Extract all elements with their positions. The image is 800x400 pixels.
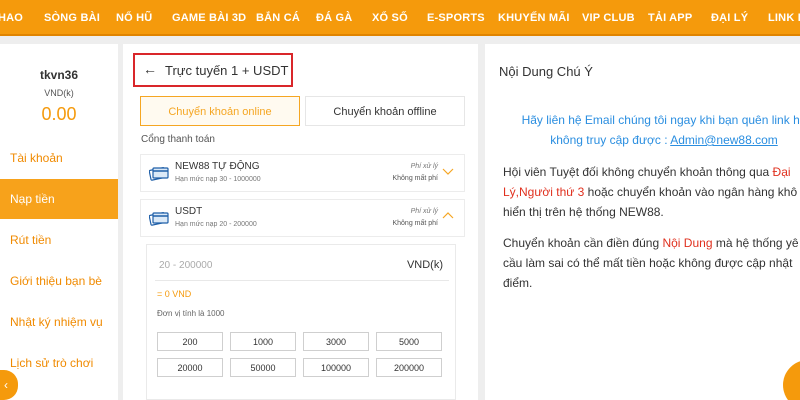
amount-chip[interactable]: 50000 — [230, 358, 296, 377]
sidebar-item-tai-khoan[interactable]: Tài khoản — [0, 138, 118, 178]
nav-item-link-du-phong[interactable]: LINK DỰ — [768, 0, 800, 34]
nav-item-no-hu[interactable]: NỔ HŨ — [116, 0, 152, 34]
tab-online-transfer[interactable]: Chuyển khoản online — [140, 96, 300, 126]
nav-item-da-ga[interactable]: ĐÁ GÀ — [316, 0, 352, 34]
balance-amount: 0.00 — [41, 104, 77, 124]
nav-item-ban-ca[interactable]: BẮN CÁ — [256, 0, 300, 34]
amount-chip[interactable]: 20000 — [157, 358, 223, 377]
amount-chip[interactable]: 200000 — [376, 358, 442, 377]
sidebar-item-lich-su[interactable]: Lịch sử trò chơi — [0, 343, 118, 383]
notice-panel: Nội Dung Chú Ý Hãy liên hệ Email chúng t… — [485, 44, 800, 400]
notice-text: Chuyển khoản cần điền đúng — [503, 236, 663, 250]
method-limit: Hạn mức nạp 30 - 1000000 — [175, 176, 261, 183]
notice-paragraph-1-line1: Hội viên Tuyệt đối không chuyển khoản th… — [503, 162, 800, 182]
amount-placeholder: 20 - 200000 — [159, 260, 213, 271]
nav-item-xo-so[interactable]: XỔ SỐ — [372, 0, 408, 34]
nav-item-dai-ly[interactable]: ĐẠI LÝ — [711, 0, 748, 34]
notice-text: hoặc chuyển khoản vào ngân hàng khô — [584, 185, 798, 199]
nav-item-khuyen-mai[interactable]: KHUYẾN MÃI — [498, 0, 570, 34]
account-sidebar: tkvn36 VND(k) 0.00 Tài khoản Nạp tiền Rú… — [0, 44, 118, 400]
page-title: Trực tuyến 1 + USDT — [165, 63, 289, 78]
notice-paragraph-2-line3: điểm. — [503, 276, 533, 290]
amount-chip[interactable]: 5000 — [376, 332, 442, 351]
notice-contact-prefix: không truy cập được : — [550, 133, 671, 147]
sidebar-item-rut-tien[interactable]: Rút tiền — [0, 220, 118, 260]
notice-paragraph-1-line3: hiển thị trên hệ thống NEW88. — [503, 205, 664, 219]
notice-paragraph-2-line2: cầu làm sai có thể mất tiền hoặc không đ… — [503, 256, 793, 270]
support-email-link[interactable]: Admin@new88.com — [670, 133, 778, 147]
method-fee-value: Không mất phí — [392, 220, 438, 227]
method-limit: Hạn mức nạp 20 - 200000 — [175, 221, 257, 228]
amount-chip[interactable]: 100000 — [303, 358, 369, 377]
nav-item-game-bai-3d[interactable]: GAME BÀI 3D — [172, 0, 246, 34]
method-fee-label: Phí xử lý — [410, 163, 438, 170]
notice-highlight: Lý,Người thứ 3 — [503, 185, 585, 199]
deposit-header: ← Trực tuyến 1 + USDT — [133, 53, 293, 87]
nav-item-esports[interactable]: E-SPORTS — [427, 0, 485, 34]
amount-chip[interactable]: 1000 — [230, 332, 296, 351]
method-name: NEW88 TỰ ĐỘNG — [175, 161, 260, 172]
top-nav: HAO SÒNG BÀI NỔ HŨ GAME BÀI 3D BẮN CÁ ĐÁ… — [0, 0, 800, 36]
back-arrow-icon[interactable]: ← — [143, 61, 157, 77]
notice-contact-line1: Hãy liên hệ Email chúng tôi ngay khi bạn… — [521, 113, 800, 127]
method-fee-value: Không mất phí — [392, 175, 438, 182]
notice-highlight: Nội Dung — [662, 236, 713, 250]
chevron-up-icon[interactable] — [442, 210, 454, 222]
deposit-panel: ← Trực tuyến 1 + USDT Chuyển khoản onlin… — [123, 44, 478, 400]
account-summary: tkvn36 VND(k) 0.00 — [0, 44, 118, 140]
notice-title: Nội Dung Chú Ý — [499, 64, 593, 79]
notice-paragraph-1-line2: Lý,Người thứ 3 hoặc chuyển khoản vào ngâ… — [503, 182, 800, 202]
nav-item-vip-club[interactable]: VIP CLUB — [582, 0, 635, 34]
sidebar-item-gioi-thieu[interactable]: Giới thiệu bạn bè — [0, 261, 118, 301]
nav-item-tai-app[interactable]: TẢI APP — [648, 0, 692, 34]
notice-highlight: Đại — [772, 165, 791, 179]
payment-method-new88[interactable]: NEW88 TỰ ĐỘNG Hạn mức nạp 30 - 1000000 P… — [140, 154, 465, 192]
amount-converted: = 0 VND — [157, 289, 192, 299]
payment-method-usdt[interactable]: USDT Hạn mức nạp 20 - 200000 Phí xử lý K… — [140, 199, 465, 237]
notice-text: mà hệ thống yê — [712, 236, 799, 250]
amount-chip[interactable]: 3000 — [303, 332, 369, 351]
notice-contact: Hãy liên hệ Email chúng tôi ngay khi bạn… — [499, 110, 800, 150]
amount-currency: VND(k) — [406, 259, 443, 271]
method-name: USDT — [175, 206, 203, 217]
method-fee-label: Phí xử lý — [410, 208, 438, 215]
tab-offline-transfer[interactable]: Chuyển khoản offline — [305, 96, 465, 126]
notice-paragraph-2-line1: Chuyển khoản cần điền đúng Nội Dung mà h… — [503, 233, 800, 253]
card-icon — [149, 167, 169, 181]
username: tkvn36 — [39, 68, 79, 82]
balance-currency: VND(k) — [44, 88, 74, 98]
notice-contact-line2: không truy cập được : Admin@new88.com — [499, 130, 800, 150]
notice-text: Hội viên Tuyệt đối không chuyển khoản th… — [503, 165, 773, 179]
payment-gateway-label: Cổng thanh toán — [141, 134, 215, 145]
sidebar-item-nap-tien[interactable]: Nạp tiền — [0, 179, 118, 219]
card-icon — [149, 212, 169, 226]
chevron-down-icon[interactable] — [442, 165, 454, 177]
nav-item-song-bai[interactable]: SÒNG BÀI — [44, 0, 100, 34]
amount-unit-note: Đơn vị tính là 1000 — [157, 309, 225, 318]
amount-chip[interactable]: 200 — [157, 332, 223, 351]
nav-item-khuyen-mai-partial[interactable]: HAO — [0, 0, 23, 34]
amount-input[interactable]: 20 - 200000 VND(k) — [155, 253, 449, 281]
amount-form: 20 - 200000 VND(k) = 0 VND Đơn vị tính l… — [146, 244, 456, 400]
sidebar-item-nhat-ky[interactable]: Nhật ký nhiệm vụ — [0, 302, 118, 342]
